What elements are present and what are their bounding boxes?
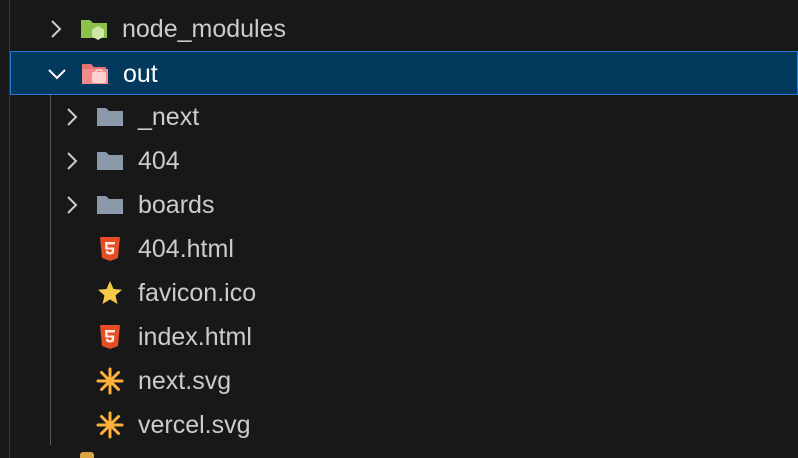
tree-item-next-folder[interactable]: _next (0, 95, 798, 139)
tree-item-node-modules[interactable]: node_modules (0, 7, 798, 51)
chevron-right-icon[interactable] (45, 18, 67, 40)
node-folder-icon (81, 20, 107, 40)
tree-item-label: _next (138, 103, 200, 131)
tree-item-vercel-svg[interactable]: vercel.svg (0, 403, 798, 447)
tree-item-out[interactable]: out (10, 51, 798, 95)
tree-item-favicon[interactable]: favicon.ico (0, 271, 798, 315)
tree-item-404-html[interactable]: 404.html (0, 227, 798, 271)
tree-item-label: index.html (138, 323, 252, 351)
tree-item-label: favicon.ico (138, 279, 257, 307)
tree-item-label: boards (138, 191, 215, 219)
html5-icon (100, 237, 120, 261)
html5-icon (100, 325, 120, 349)
open-folder-icon (82, 64, 108, 84)
star-icon (98, 281, 122, 304)
file-explorer-tree: node_modules out _next 404 boards 404.ht… (0, 0, 798, 458)
tree-item-index-html[interactable]: index.html (0, 315, 798, 359)
tree-item-label: 404 (138, 147, 180, 175)
tree-item-label: 404.html (138, 235, 234, 263)
tree-item-next-svg[interactable]: next.svg (0, 359, 798, 403)
chevron-right-icon[interactable] (61, 194, 83, 216)
tree-item-404-folder[interactable]: 404 (0, 139, 798, 183)
tree-item-label: next.svg (138, 367, 232, 395)
tree-item-label: vercel.svg (138, 411, 251, 439)
next-item-icon-peek (80, 452, 94, 458)
tree-item-boards-folder[interactable]: boards (0, 183, 798, 227)
chevron-right-icon[interactable] (61, 150, 83, 172)
tree-item-label: node_modules (122, 15, 287, 43)
folder-icon (97, 196, 123, 214)
tree-item-label: out (123, 60, 158, 88)
svg-asterisk-icon (96, 411, 124, 439)
folder-icon (97, 152, 123, 170)
folder-icon (97, 108, 123, 126)
chevron-down-icon[interactable] (46, 63, 68, 85)
chevron-right-icon[interactable] (61, 106, 83, 128)
svg-asterisk-icon (96, 367, 124, 395)
